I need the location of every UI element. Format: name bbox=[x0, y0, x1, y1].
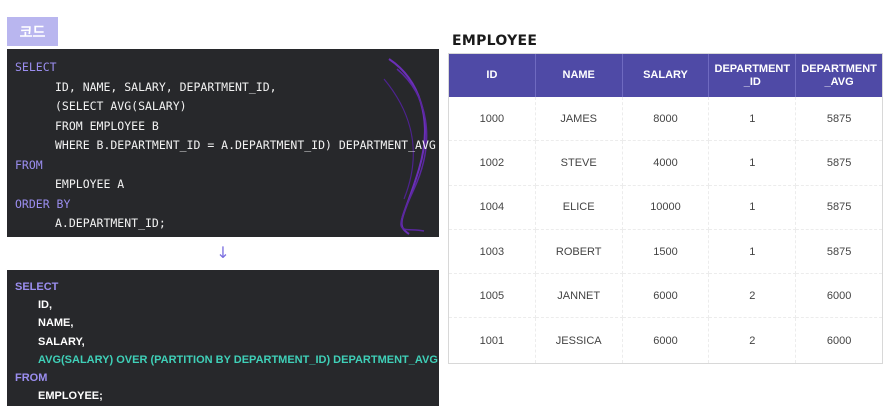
table-cell: 1005 bbox=[449, 274, 536, 319]
table-cell: 1500 bbox=[622, 229, 710, 275]
code-line: WHERE B.DEPARTMENT_ID = A.DEPARTMENT_ID)… bbox=[55, 138, 436, 152]
table-cell: 1000 bbox=[449, 97, 536, 142]
column-header: SALARY bbox=[623, 54, 710, 97]
table-cell: 10000 bbox=[622, 185, 710, 230]
table-cell: 5875 bbox=[796, 141, 882, 186]
table-cell: 5875 bbox=[796, 230, 882, 275]
table-row: 1000 JAMES 8000 1 5875 bbox=[449, 97, 882, 142]
table-cell: 6000 bbox=[796, 274, 882, 319]
code-line: FROM bbox=[15, 157, 43, 172]
table-cell: 8000 bbox=[622, 97, 710, 142]
code-line: SALARY, bbox=[38, 335, 85, 348]
table-cell: 6000 bbox=[623, 318, 710, 363]
code-block-window-function: SELECT ID, NAME, SALARY, AVG(SALARY) OVER (P… bbox=[7, 270, 439, 406]
table-body: 1000 JAMES 8000 1 5875 1002 STEVE 4000 1 5875 1004… bbox=[449, 97, 882, 363]
table-cell: 1001 bbox=[449, 318, 536, 363]
table-cell: JAMES bbox=[535, 97, 623, 142]
code-line: EMPLOYEE A bbox=[55, 177, 125, 191]
table-row: 1001 JESSICA 6000 2 6000 bbox=[449, 318, 882, 363]
table-header: ID NAME SALARY DEPARTMENT _ID DEPARTMENT _AV… bbox=[449, 54, 882, 97]
code-block-subquery: SELECT ID, NAME, SALARY, DEPARTMENT_ID, (S… bbox=[7, 49, 439, 237]
code-line: A.DEPARTMENT_ID; bbox=[55, 216, 166, 230]
table-cell: 2 bbox=[709, 274, 797, 319]
code-line: NAME, bbox=[38, 317, 74, 330]
code-line: ID, NAME, SALARY, DEPARTMENT_ID, bbox=[55, 79, 277, 94]
table-cell: ROBERT bbox=[535, 229, 623, 275]
table-cell: JESSICA bbox=[536, 318, 623, 363]
table-cell: 5875 bbox=[796, 97, 882, 142]
code-line: ID, bbox=[38, 299, 53, 312]
code-line: SELECT bbox=[15, 60, 57, 74]
table-cell: 5875 bbox=[796, 186, 882, 230]
table-cell: 1 bbox=[709, 229, 797, 275]
code-line: FROM bbox=[15, 372, 48, 384]
column-header: NAME bbox=[536, 54, 623, 97]
table-cell: STEVE bbox=[535, 141, 623, 186]
code-line: (SELECT AVG(SALARY) bbox=[55, 99, 187, 113]
code-line: AVG(SALARY) OVER (PARTITION BY DEPARTMEN… bbox=[38, 353, 438, 366]
code-tag: 코드 bbox=[7, 17, 58, 46]
employee-table: ID NAME SALARY DEPARTMENT _ID DEPARTMENT _AV… bbox=[448, 53, 883, 364]
table-cell: 6000 bbox=[826, 334, 852, 347]
table-cell: 1002 bbox=[449, 141, 536, 186]
table-row: 1004 ELICE 10000 1 5875 bbox=[449, 185, 882, 230]
code-line: EMPLOYEE; bbox=[38, 390, 103, 403]
table-cell: 1 bbox=[709, 97, 797, 142]
code-line: SELECT bbox=[15, 281, 59, 293]
table-row: 1003 ROBERT 1500 1 5875 bbox=[449, 229, 882, 275]
code-line: ORDER BY bbox=[15, 196, 71, 211]
column-header: DEPARTMENT _ID bbox=[709, 54, 797, 97]
table-cell: 1003 bbox=[449, 229, 536, 275]
table-cell: 1 bbox=[709, 185, 797, 230]
table-cell: 1004 bbox=[449, 185, 536, 230]
down-arrow-icon: ↓ bbox=[216, 243, 230, 262]
column-header: ID bbox=[449, 54, 536, 97]
table-cell: 1 bbox=[709, 141, 797, 186]
code-line: FROM EMPLOYEE B bbox=[55, 118, 159, 133]
table-title: EMPLOYEE bbox=[452, 33, 538, 49]
table-cell: 4000 bbox=[622, 141, 710, 186]
column-header: DEPARTMENT _AVG bbox=[801, 62, 877, 88]
table-cell: JANNET bbox=[535, 274, 623, 319]
table-row: 1002 STEVE 4000 1 5875 bbox=[449, 141, 882, 186]
table-cell: 6000 bbox=[622, 274, 710, 319]
table-cell: ELICE bbox=[535, 185, 623, 230]
table-row: 1005 JANNET 6000 2 6000 bbox=[449, 274, 882, 319]
table-cell: 2 bbox=[709, 318, 797, 363]
